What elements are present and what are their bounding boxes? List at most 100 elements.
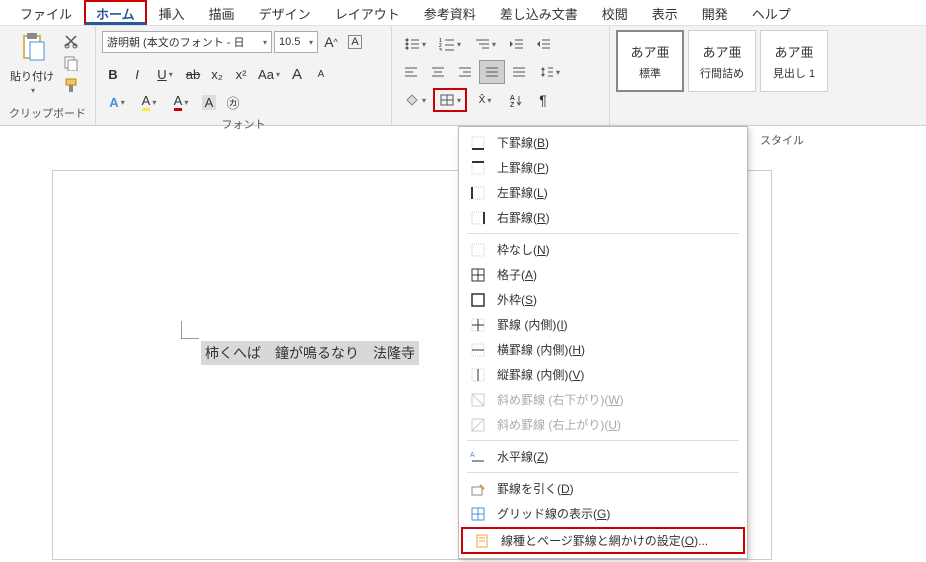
style-sample: あア亜 [630,42,669,61]
change-case-button[interactable]: Aa▾ [254,62,284,86]
border-none-icon [469,241,487,259]
border-inside-h-icon [469,341,487,359]
enclose-char-button[interactable]: ㋕ [222,90,244,114]
format-painter-button[interactable] [62,76,80,94]
tab-layout[interactable]: レイアウト [323,0,412,25]
gridlines-icon [469,505,487,523]
border-diag-down-item: 斜め罫線 (右下がり)(W) [459,387,747,412]
tab-draw[interactable]: 描画 [197,0,247,25]
font-name-select[interactable]: 游明朝 (本文のフォント - 日▾ [102,31,272,53]
separator [467,440,739,441]
bold-button[interactable]: B [102,62,124,86]
group-clipboard: 貼り付け ▾ クリップボード [0,26,96,125]
style-normal[interactable]: あア亜 標準 [616,30,684,92]
border-outside-item[interactable]: 外枠(S) [459,287,747,312]
ruby-button[interactable]: A [344,30,366,54]
border-draw-item[interactable]: 罫線を引く(D) [459,476,747,501]
style-name: 行間詰め [700,65,744,81]
tab-developer[interactable]: 開発 [690,0,740,25]
group-font: 游明朝 (本文のフォント - 日▾ 10.5▾ A^ A B I U▾ ab x… [96,26,392,125]
paragraph-group-label [398,119,603,123]
svg-text:A: A [510,95,515,102]
style-sample: あア亜 [702,42,741,61]
text-effects-button[interactable]: A▾ [102,90,132,114]
char-shading-button[interactable]: A [198,90,220,114]
borders-dropdown: 下罫線(B) 上罫線(P) 左罫線(L) 右罫線(R) 枠なし(N) 格子(A)… [458,126,748,559]
cut-button[interactable] [62,32,80,50]
tab-view[interactable]: 表示 [640,0,690,25]
strike-button[interactable]: ab [182,62,204,86]
copy-button[interactable] [62,54,80,72]
ribbon-tabs: ファイル ホーム 挿入 描画 デザイン レイアウト 参考資料 差し込み文書 校閲… [0,0,926,26]
border-bottom-item[interactable]: 下罫線(B) [459,130,747,155]
svg-text:Z: Z [510,102,515,107]
show-marks-button[interactable]: ¶ [530,88,556,112]
subscript-button[interactable]: x₂ [206,62,228,86]
ribbon: 貼り付け ▾ クリップボード 游明朝 (本文のフォント - 日▾ 10.5▾ A… [0,26,926,126]
border-settings-item[interactable]: 線種とページ罫線と網かけの設定(O)... [461,527,745,554]
borders-button[interactable]: ▾ [433,88,467,112]
border-grid-item[interactable]: 格子(A) [459,262,747,287]
shrink-font-button[interactable]: A [310,62,332,86]
increase-font-button[interactable]: A^ [320,30,342,54]
sort-button[interactable]: AZ [503,88,529,112]
border-top-item[interactable]: 上罫線(P) [459,155,747,180]
superscript-button[interactable]: x² [230,62,252,86]
border-gridlines-item[interactable]: グリッド線の表示(G) [459,501,747,526]
border-inside-v-icon [469,366,487,384]
line-spacing-button[interactable]: ▾ [533,60,567,84]
chevron-down-icon: ▾ [31,86,35,95]
italic-button[interactable]: I [126,62,148,86]
tab-references[interactable]: 参考資料 [412,0,488,25]
font-group-label: フォント [102,114,385,134]
shading-button[interactable]: ▾ [398,88,432,112]
tab-home[interactable]: ホーム [84,0,147,25]
border-none-item[interactable]: 枠なし(N) [459,237,747,262]
align-right-button[interactable] [452,60,478,84]
style-heading1[interactable]: あア亜 見出し 1 [760,30,828,92]
settings-icon [473,532,491,550]
font-size-select[interactable]: 10.5▾ [274,31,318,53]
border-diag-down-icon [469,391,487,409]
grow-font-button[interactable]: A [286,62,308,86]
style-sample: あア亜 [774,42,813,61]
numbering-button[interactable]: 123▾ [433,32,467,56]
border-right-item[interactable]: 右罫線(R) [459,205,747,230]
align-center-button[interactable] [425,60,451,84]
font-color-button[interactable]: A▾ [166,90,196,114]
group-paragraph: ▾ 123▾ ▾ ▾ ▾ ▾ X̂▾ AZ ¶ [392,26,610,125]
border-right-icon [469,209,487,227]
tab-mailings[interactable]: 差し込み文書 [488,0,590,25]
svg-text:A: A [470,452,475,459]
decrease-indent-button[interactable] [503,32,529,56]
border-hline-item[interactable]: A水平線(Z) [459,444,747,469]
multilevel-button[interactable]: ▾ [468,32,502,56]
border-bottom-icon [469,134,487,152]
underline-button[interactable]: U▾ [150,62,180,86]
border-top-icon [469,159,487,177]
hline-icon: A [469,448,487,466]
style-nospace[interactable]: あア亜 行間詰め [688,30,756,92]
align-left-button[interactable] [398,60,424,84]
bullets-button[interactable]: ▾ [398,32,432,56]
tab-design[interactable]: デザイン [247,0,323,25]
group-styles: あア亜 標準 あア亜 行間詰め あア亜 見出し 1 [610,26,890,125]
tab-review[interactable]: 校閲 [590,0,640,25]
tab-file[interactable]: ファイル [8,0,84,25]
border-inside-item[interactable]: 罫線 (内側)(I) [459,312,747,337]
style-name: 見出し 1 [773,65,815,81]
tab-help[interactable]: ヘルプ [740,0,803,25]
document-text-selected[interactable]: 柿くへば 鐘が鳴るなり 法隆寺 [201,341,419,365]
separator [467,233,739,234]
asian-layout-button[interactable]: X̂▾ [468,88,502,112]
justify-button[interactable] [479,60,505,84]
highlight-button[interactable]: A▾ [134,90,164,114]
increase-indent-button[interactable] [530,32,556,56]
cursor-indicator [181,321,199,339]
tab-insert[interactable]: 挿入 [147,0,197,25]
border-inside-h-item[interactable]: 横罫線 (内側)(H) [459,337,747,362]
border-inside-v-item[interactable]: 縦罫線 (内側)(V) [459,362,747,387]
border-left-item[interactable]: 左罫線(L) [459,180,747,205]
paste-button[interactable]: 貼り付け ▾ [6,30,58,95]
distribute-button[interactable] [506,60,532,84]
